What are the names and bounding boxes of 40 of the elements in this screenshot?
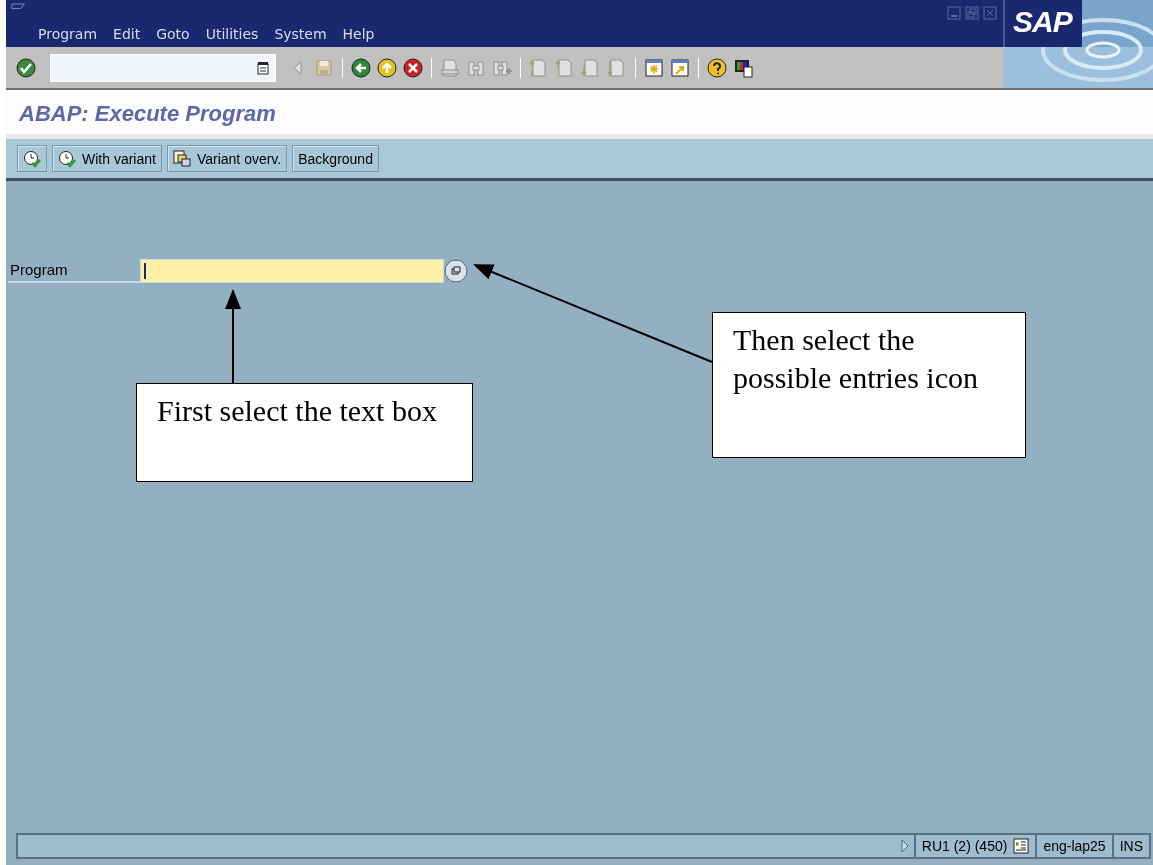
toolbar-button[interactable]: Background [292, 145, 379, 172]
page-icon[interactable] [555, 57, 575, 78]
logo: SAP [1003, 0, 1082, 47]
toolbar-button[interactable]: Variant overv. [166, 145, 288, 172]
clock-check-icon [23, 149, 41, 168]
layout-icon[interactable] [733, 57, 753, 78]
list-icon[interactable] [257, 60, 269, 75]
shortcut-icon[interactable] [670, 57, 690, 78]
restore-icon[interactable] [965, 6, 979, 20]
screen-title: ABAP: Execute Program [19, 101, 276, 127]
back-icon[interactable] [351, 57, 371, 78]
close-icon[interactable] [983, 6, 997, 20]
cancel-icon[interactable] [403, 57, 423, 78]
page-icon[interactable] [529, 57, 549, 78]
command-field[interactable] [50, 53, 276, 82]
new-window-icon[interactable] [644, 57, 664, 78]
help-icon[interactable] [707, 57, 727, 78]
menu-item[interactable]: System [270, 26, 331, 42]
toolbar-button[interactable]: With variant [52, 145, 162, 172]
input-mode: INS [1113, 833, 1151, 859]
input-field[interactable] [140, 259, 444, 283]
possible-entries-icon[interactable] [444, 259, 468, 283]
menu-item[interactable]: Goto [152, 26, 194, 42]
expand-icon[interactable] [899, 838, 910, 854]
system-info: RU1 (2) (450) [921, 838, 1008, 854]
documents-icon [172, 149, 191, 168]
menu-item[interactable]: Edit [109, 26, 145, 42]
page-icon[interactable] [607, 57, 627, 78]
clock-check-icon [58, 149, 76, 168]
page-icon[interactable] [581, 57, 601, 78]
check-icon[interactable] [16, 57, 36, 78]
menu-item[interactable]: Utilities [201, 26, 263, 42]
execute-button[interactable] [17, 145, 47, 172]
minimize-icon[interactable] [947, 6, 961, 20]
menu-item[interactable]: Help [338, 26, 379, 42]
server-name: eng-lap25 [1037, 833, 1114, 859]
print-icon[interactable] [440, 57, 460, 78]
menu-item[interactable]: Program [34, 26, 102, 42]
callout-text: Then select the possible entries icon [712, 312, 1026, 458]
callout-text: First select the text box [136, 383, 473, 482]
